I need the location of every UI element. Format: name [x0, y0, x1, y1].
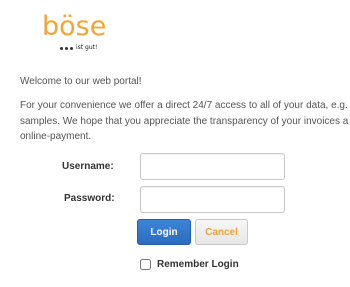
remember-login[interactable]: Remember Login	[140, 259, 239, 270]
logo-wordmark: böse	[42, 11, 107, 42]
intro-line: online-payment.	[20, 131, 92, 142]
cancel-button[interactable]: Cancel	[195, 219, 248, 245]
intro-line: For your convenience we offer a direct 2…	[20, 100, 348, 111]
username-input[interactable]	[140, 153, 285, 180]
remember-login-label: Remember Login	[157, 259, 239, 270]
bose-logo: böse ist gut!	[42, 12, 112, 58]
login-page: böse ist gut! Welcome to our web portal!…	[0, 0, 350, 287]
login-button[interactable]: Login	[137, 219, 191, 245]
logo-dots-icon	[60, 46, 73, 50]
password-label: Password:	[64, 193, 115, 204]
intro-paragraph: For your convenience we offer a direct 2…	[20, 98, 350, 145]
logo-tagline: ist gut!	[60, 43, 97, 53]
welcome-text: Welcome to our web portal!	[20, 76, 142, 87]
password-input[interactable]	[140, 186, 285, 213]
intro-line: samples. We hope that you appreciate the…	[20, 115, 349, 127]
username-label: Username:	[62, 161, 114, 172]
remember-login-checkbox[interactable]	[140, 259, 151, 270]
logo-tagline-text: ist gut!	[76, 44, 98, 51]
